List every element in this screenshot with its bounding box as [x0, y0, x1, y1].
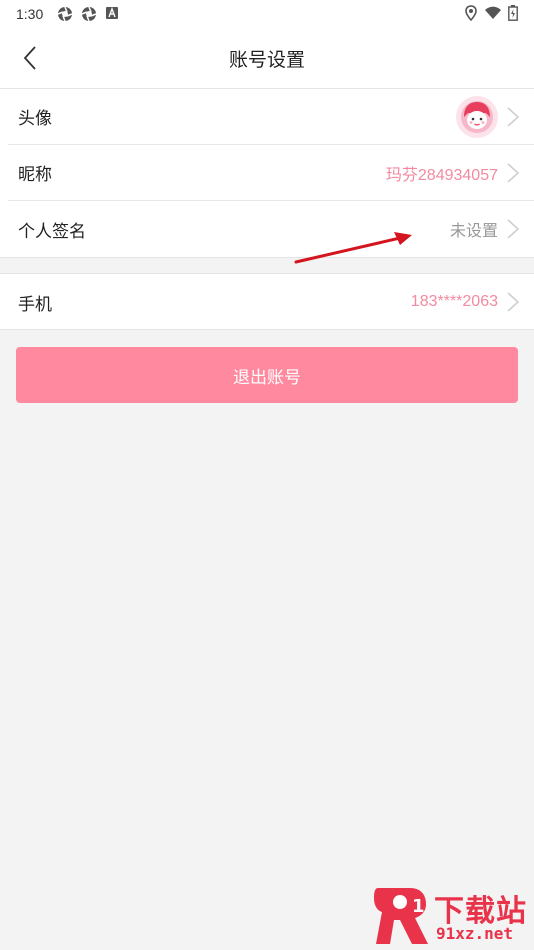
chevron-right-icon [507, 292, 520, 312]
nickname-label: 昵称 [18, 165, 52, 184]
watermark: 1 下载站 91xz.net [370, 882, 530, 946]
aperture-icon [81, 6, 97, 22]
logout-button[interactable]: 退出账号 [16, 347, 518, 403]
font-a-icon [105, 6, 121, 22]
phone-value: 183****2063 [410, 293, 498, 310]
phone-row[interactable]: 手机 183****2063 [8, 274, 534, 330]
status-bar: 1:30 [0, 0, 534, 28]
chevron-right-icon [507, 162, 520, 183]
battery-icon [508, 4, 518, 24]
chevron-left-icon [23, 46, 36, 70]
back-button[interactable] [14, 42, 46, 74]
chevron-right-icon [507, 106, 520, 127]
watermark-logo-icon: 1 [374, 888, 428, 944]
svg-text:1: 1 [412, 896, 425, 917]
phone-label: 手机 [18, 294, 52, 314]
wifi-icon [484, 6, 502, 23]
avatar-row[interactable]: 头像 [8, 89, 534, 145]
signature-value: 未设置 [449, 223, 498, 240]
aperture-icon [57, 6, 73, 22]
profile-settings-group: 头像 昵称 玛芬284934057 个人签名 未设置 [0, 88, 534, 258]
signature-row[interactable]: 个人签名 未设置 [8, 201, 534, 257]
signature-label: 个人签名 [18, 221, 86, 241]
contact-settings-group: 手机 183****2063 [0, 273, 534, 330]
nickname-value: 玛芬284934057 [385, 166, 498, 184]
nickname-row[interactable]: 昵称 玛芬284934057 [8, 145, 534, 201]
location-icon [464, 4, 478, 24]
watermark-url: 91xz.net [436, 924, 514, 943]
status-right-icons [464, 4, 518, 24]
chevron-right-icon [507, 219, 520, 239]
avatar-face-icon [461, 100, 493, 133]
page-title: 账号设置 [228, 49, 305, 71]
avatar[interactable] [456, 95, 498, 138]
app-header: 账号设置 [0, 28, 534, 88]
avatar-label: 头像 [18, 109, 52, 128]
status-time: 1:30 [16, 6, 44, 22]
